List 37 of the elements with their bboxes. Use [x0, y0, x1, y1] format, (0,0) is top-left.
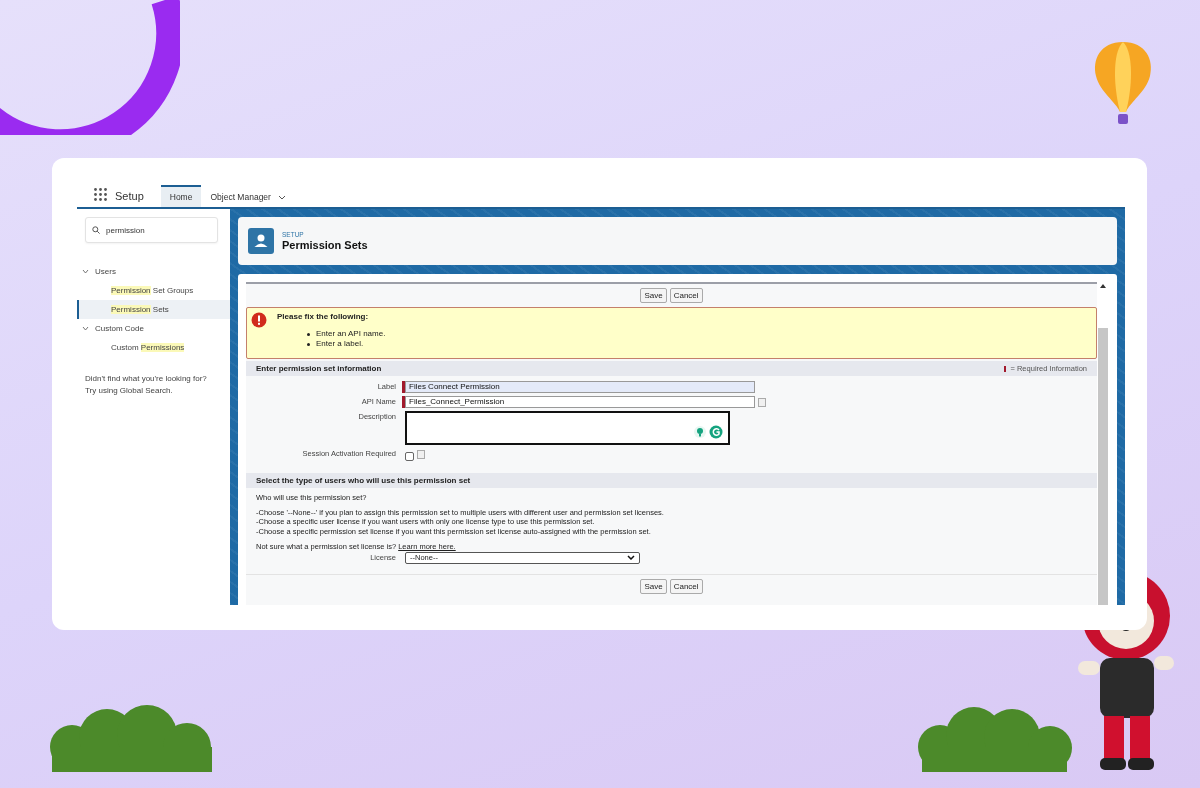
form-button[interactable]: Save — [640, 288, 667, 303]
form-button[interactable]: Save — [640, 578, 667, 594]
help-text: Didn't find what you're looking for? — [85, 373, 208, 385]
error-item: Enter an API name. — [316, 329, 386, 339]
tree-section[interactable]: Users — [77, 262, 230, 281]
scrollbar[interactable] — [1097, 282, 1109, 605]
chevron-icon[interactable] — [82, 326, 89, 331]
form-button[interactable]: Cancel — [669, 578, 703, 594]
app-name: Setup — [115, 190, 144, 202]
chevron-icon[interactable] — [82, 269, 89, 274]
help-text: Try using Global Search. — [85, 384, 174, 396]
info-icon[interactable] — [758, 398, 766, 407]
search-icon — [92, 226, 100, 234]
section-title: Select the type of users who will use this permission set — [256, 476, 471, 485]
form-button[interactable]: Cancel — [669, 288, 703, 303]
search-field[interactable]: permission — [85, 217, 218, 243]
user-icon — [248, 228, 274, 254]
sidebar-item[interactable]: Permission Set Groups — [77, 281, 230, 300]
info-icon[interactable] — [417, 450, 425, 459]
sidebar-item[interactable]: Custom Permissions — [77, 338, 230, 357]
error-icon — [251, 312, 267, 328]
grammar-assistant-icon[interactable] — [694, 425, 724, 439]
app-launcher-icon[interactable] — [94, 188, 107, 201]
text-field[interactable]: Files Connect Permission — [405, 381, 755, 393]
error-item: Enter a label. — [316, 339, 364, 349]
tree-section[interactable]: Custom Code — [77, 319, 230, 338]
error-title: Please fix the following: — [277, 312, 370, 321]
chevron-down-icon — [627, 555, 635, 560]
scroll-up-icon[interactable] — [1100, 284, 1106, 288]
checkbox[interactable] — [405, 452, 414, 461]
sidebar-item[interactable]: Permission Sets — [77, 300, 230, 319]
section-title: Enter permission set information — [256, 364, 382, 373]
nav-tab[interactable]: Home — [160, 185, 202, 207]
text-field[interactable]: Files_Connect_Permission — [405, 396, 755, 408]
chevron-down-icon[interactable] — [277, 194, 286, 200]
description-field[interactable] — [405, 411, 730, 445]
page-title: Permission Sets — [282, 239, 368, 251]
